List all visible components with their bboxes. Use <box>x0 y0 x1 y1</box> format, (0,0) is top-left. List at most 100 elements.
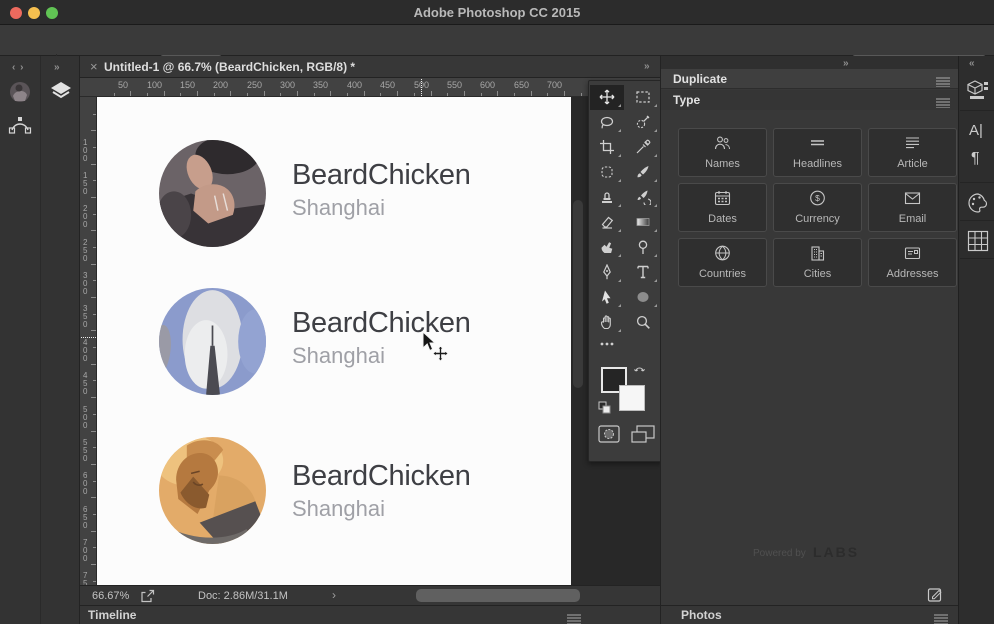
button-label: Headlines <box>793 158 842 170</box>
tab-overflow-chevron-icon[interactable]: » <box>644 61 651 72</box>
shape-tool[interactable] <box>626 285 660 310</box>
dates-button[interactable]: Dates <box>678 183 767 232</box>
history-brush-tool[interactable] <box>626 185 660 210</box>
type-panel-title: Type <box>673 93 701 107</box>
close-tab-icon[interactable]: × <box>90 56 98 78</box>
quick-mask-icon[interactable] <box>598 425 620 448</box>
panel-menu-icon[interactable] <box>933 611 949 624</box>
panel-menu-icon[interactable] <box>566 611 582 624</box>
document-size-readout[interactable]: Doc: 2.86M/31.1M <box>198 590 288 602</box>
expand-dock-chevron-icon[interactable]: » <box>54 62 61 73</box>
dock-divider <box>40 56 41 624</box>
type-panel-header[interactable]: Type <box>661 90 959 110</box>
smudge-tool[interactable] <box>590 235 624 260</box>
healing-patch-tool[interactable] <box>590 160 624 185</box>
ruler-cursor-marker-h <box>421 79 422 96</box>
email-button[interactable]: Email <box>868 183 957 232</box>
photos-title: Photos <box>681 608 722 622</box>
hand-tool[interactable] <box>590 310 624 335</box>
profile-avatar-3[interactable] <box>159 437 266 544</box>
quick-selection-tool[interactable] <box>626 110 660 135</box>
profile-avatar-1[interactable] <box>159 140 266 247</box>
swatches-panel-icon[interactable] <box>967 230 989 257</box>
edit-toolbar-dots-icon[interactable] <box>590 335 624 360</box>
duplicate-panel-header[interactable]: Duplicate <box>661 69 959 89</box>
photoshop-window: Adobe Photoshop CC 2015 ▾ ✓ Auto-Select:… <box>0 0 994 624</box>
article-button[interactable]: Article <box>868 128 957 177</box>
paragraph-panel-icon[interactable]: ¶ <box>971 150 980 168</box>
zoom-tool[interactable] <box>626 310 660 335</box>
dock-header-strip: » <box>661 56 959 69</box>
button-label: Dates <box>708 213 737 225</box>
status-chevron-icon[interactable]: › <box>332 588 336 602</box>
tool-options-bar: ▾ ✓ Auto-Select: Layer▾ Show Transform C… <box>0 25 994 76</box>
profile-avatar-2[interactable] <box>159 288 266 395</box>
button-label: Currency <box>795 213 840 225</box>
canvas[interactable]: BeardChicken Shanghai BeardChicken Shang… <box>97 97 571 585</box>
button-label: Addresses <box>886 268 939 280</box>
document-status-bar: 66.67% Doc: 2.86M/31.1M › <box>80 585 660 605</box>
clone-stamp-tool[interactable] <box>590 185 624 210</box>
path-selection-tool[interactable] <box>590 285 624 310</box>
screen-mode-icon[interactable] <box>631 425 655 448</box>
vertical-scrollbar[interactable] <box>573 200 583 388</box>
collapse-dock-chevron-icon[interactable]: ‹ › <box>12 62 24 73</box>
left-dock: ‹ › » <box>0 56 80 624</box>
svg-text:$: $ <box>815 193 820 203</box>
ruler-cursor-marker-v <box>81 337 96 338</box>
titlebar: Adobe Photoshop CC 2015 <box>0 0 994 25</box>
timeline-panel-header[interactable]: Timeline <box>80 605 660 624</box>
dodge-tool[interactable] <box>626 235 660 260</box>
currency-button[interactable]: $ Currency <box>773 183 862 232</box>
background-color-swatch[interactable] <box>619 385 645 411</box>
type-tool[interactable] <box>626 260 660 285</box>
color-panel-icon[interactable] <box>967 192 989 219</box>
lasso-tool[interactable] <box>590 110 624 135</box>
character-panel-icon[interactable]: A| <box>969 122 983 139</box>
pen-tool[interactable] <box>590 260 624 285</box>
crop-tool[interactable] <box>590 135 624 160</box>
layers-panel-icon[interactable] <box>48 80 74 109</box>
zoom-level-field[interactable]: 66.67% <box>92 590 129 602</box>
button-label: Names <box>705 158 740 170</box>
generator-panel-icon[interactable] <box>966 78 990 107</box>
panel-menu-icon[interactable] <box>935 95 951 113</box>
button-label: Email <box>898 213 927 225</box>
expand-strip-chevron-icon[interactable]: « <box>969 58 976 69</box>
document-tab-bar: × Untitled-1 @ 66.7% (BeardChicken, RGB/… <box>80 56 660 78</box>
names-button[interactable]: Names <box>678 128 767 177</box>
eraser-tool[interactable] <box>590 210 624 235</box>
card-city[interactable]: Shanghai <box>292 195 385 221</box>
card-city[interactable]: Shanghai <box>292 496 385 522</box>
default-colors-icon[interactable] <box>598 401 612 420</box>
swap-colors-icon[interactable] <box>633 361 649 380</box>
image-thumbnail-panel-icon[interactable] <box>8 80 32 109</box>
document-tab-title[interactable]: Untitled-1 @ 66.7% (BeardChicken, RGB/8)… <box>104 56 355 78</box>
eyedropper-tool[interactable] <box>626 135 660 160</box>
right-icon-strip: « A| ¶ <box>958 56 994 624</box>
right-dock: » Duplicate Type Names Headlines Article… <box>660 56 959 624</box>
button-label: Countries <box>698 268 747 280</box>
tools-panel <box>588 80 662 462</box>
labs-logo: LABS <box>813 544 860 560</box>
cities-button[interactable]: Cities <box>773 238 862 287</box>
headlines-button[interactable]: Headlines <box>773 128 862 177</box>
move-tool[interactable] <box>590 85 624 110</box>
card-city[interactable]: Shanghai <box>292 343 385 369</box>
divider <box>960 110 994 111</box>
paths-panel-icon[interactable] <box>7 112 33 143</box>
window-title: Adobe Photoshop CC 2015 <box>413 5 581 20</box>
button-label: Cities <box>803 268 832 280</box>
horizontal-scrollbar[interactable] <box>416 589 580 602</box>
marquee-tool[interactable] <box>626 85 660 110</box>
countries-button[interactable]: Countries <box>678 238 767 287</box>
addresses-button[interactable]: Addresses <box>868 238 957 287</box>
gradient-tool[interactable] <box>626 210 660 235</box>
divider <box>960 220 994 221</box>
timeline-title: Timeline <box>88 608 137 622</box>
brush-tool[interactable] <box>626 160 660 185</box>
photos-panel-header[interactable]: Photos <box>661 605 959 624</box>
card-name[interactable]: BeardChicken <box>292 159 471 192</box>
card-name[interactable]: BeardChicken <box>292 460 471 493</box>
collapse-dock-chevron-icon[interactable]: » <box>843 58 850 69</box>
